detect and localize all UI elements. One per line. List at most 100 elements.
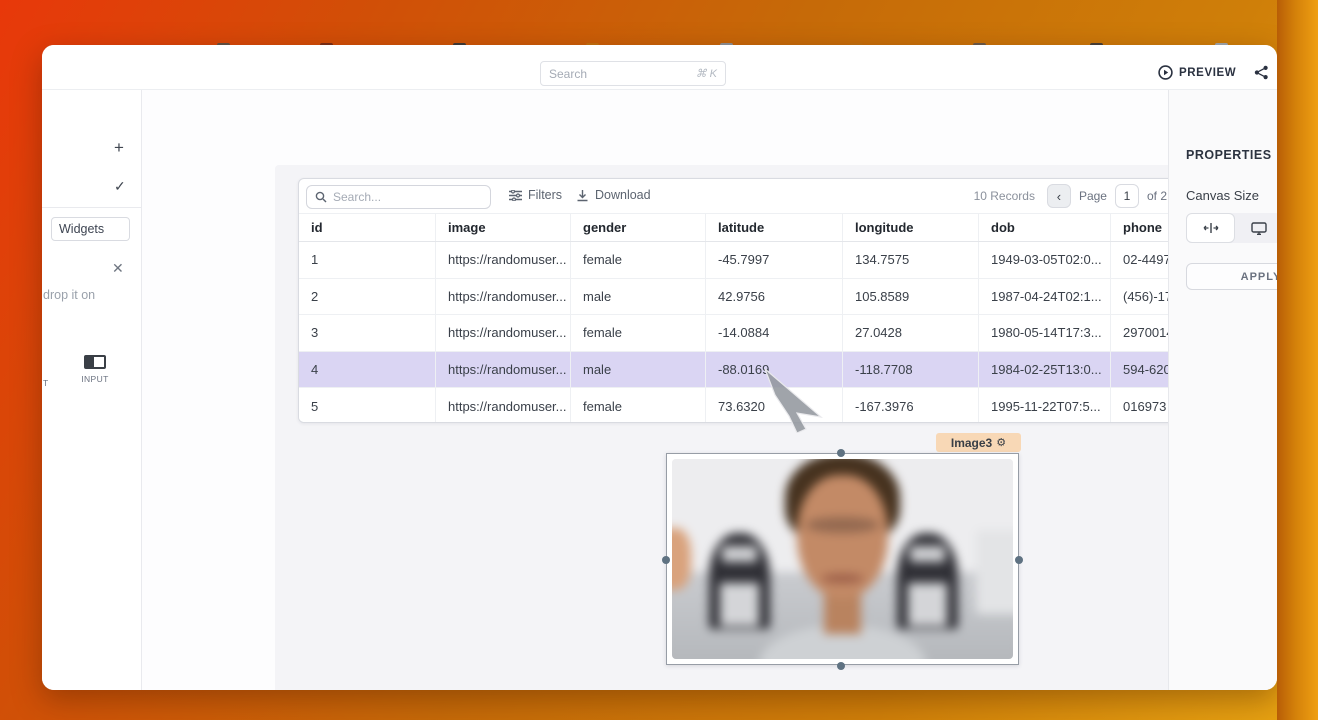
preview-label: PREVIEW — [1179, 67, 1236, 79]
widgets-panel-button[interactable]: Widgets — [51, 217, 130, 241]
portrait-photo — [672, 459, 1013, 659]
left-sidebar: + ✓ Widgets ✕ drop it on INPUT T — [42, 90, 142, 690]
records-count: 10 Records — [974, 189, 1035, 203]
table-cell: 3 — [299, 315, 436, 351]
table-row[interactable]: 3https://randomuser...female-14.088427.0… — [299, 315, 1207, 352]
table-cell: -88.0169 — [706, 352, 843, 388]
table-search-input[interactable]: Search... — [306, 185, 491, 209]
table-cell: 1995-11-22T07:5... — [979, 388, 1111, 423]
widget-item-clipped-label: T — [43, 378, 48, 388]
desktop-background: Search ⌘ K PREVIEW + — [0, 0, 1318, 720]
topbar: Search ⌘ K PREVIEW — [42, 45, 1277, 90]
monitor-icon — [1251, 222, 1267, 235]
check-button[interactable]: ✓ — [114, 178, 126, 195]
fit-width-option[interactable] — [1186, 213, 1235, 243]
play-circle-icon — [1158, 65, 1173, 80]
table-body: 1https://randomuser...female-45.7997134.… — [299, 242, 1207, 423]
share-icon — [1254, 65, 1269, 80]
table-cell: -167.3976 — [843, 388, 979, 423]
table-cell: female — [571, 388, 706, 423]
table-cell: 105.8589 — [843, 279, 979, 315]
table-cell: female — [571, 315, 706, 351]
resize-handle-left[interactable] — [662, 556, 670, 564]
global-search-input[interactable]: Search ⌘ K — [540, 61, 726, 86]
table-cell: 2 — [299, 279, 436, 315]
table-cell: female — [571, 242, 706, 278]
column-header-latitude[interactable]: latitude — [706, 214, 843, 241]
widget-settings-gear-icon[interactable]: ⚙ — [996, 436, 1006, 449]
properties-panel: PROPERTIES Canvas Size APPLY — [1168, 90, 1277, 690]
table-row[interactable]: 5https://randomuser...female73.6320-167.… — [299, 388, 1207, 423]
properties-title: PROPERTIES — [1186, 148, 1272, 162]
page-label: Page — [1079, 189, 1107, 203]
table-cell: https://randomuser... — [436, 279, 571, 315]
table-row[interactable]: 1https://randomuser...female-45.7997134.… — [299, 242, 1207, 279]
close-icon[interactable]: ✕ — [112, 260, 124, 277]
resize-handle-top[interactable] — [837, 449, 845, 457]
search-icon — [315, 191, 327, 203]
resize-handle-bottom[interactable] — [837, 662, 845, 670]
table-cell: 5 — [299, 388, 436, 423]
canvas-size-label: Canvas Size — [1186, 188, 1259, 203]
filters-button[interactable]: Filters — [509, 188, 562, 202]
table-cell: 1984-02-25T13:0... — [979, 352, 1111, 388]
share-button[interactable] — [1254, 65, 1269, 80]
table-cell: 27.0428 — [843, 315, 979, 351]
table-search-placeholder: Search... — [333, 190, 381, 204]
table-cell: 134.7575 — [843, 242, 979, 278]
table-cell: https://randomuser... — [436, 388, 571, 423]
table-cell: -118.7708 — [843, 352, 979, 388]
download-label: Download — [595, 188, 651, 202]
table-row[interactable]: 2https://randomuser...male42.9756105.858… — [299, 279, 1207, 316]
table-cell: https://randomuser... — [436, 315, 571, 351]
table-cell: -14.0884 — [706, 315, 843, 351]
download-icon — [576, 189, 589, 202]
add-button[interactable]: + — [114, 138, 124, 158]
widget-item-input[interactable]: INPUT — [78, 355, 112, 384]
widget-name-chip: Image3 ⚙ — [936, 433, 1021, 452]
app-canvas[interactable]: Search... Filters — [275, 165, 1268, 690]
resize-handle-right[interactable] — [1015, 556, 1023, 564]
column-header-id[interactable]: id — [299, 214, 436, 241]
preview-button[interactable]: PREVIEW — [1158, 65, 1236, 80]
image-widget-image3[interactable] — [666, 453, 1019, 665]
filters-icon — [509, 190, 522, 201]
table-cell: https://randomuser... — [436, 352, 571, 388]
table-toolbar: Search... Filters — [299, 179, 1207, 214]
page-of-label: of 2 — [1147, 189, 1167, 203]
table-cell: 1949-03-05T02:0... — [979, 242, 1111, 278]
column-header-longitude[interactable]: longitude — [843, 214, 979, 241]
column-header-gender[interactable]: gender — [571, 214, 706, 241]
table-cell: -45.7997 — [706, 242, 843, 278]
table-cell: male — [571, 279, 706, 315]
app-window: Search ⌘ K PREVIEW + — [42, 45, 1277, 690]
table-cell: https://randomuser... — [436, 242, 571, 278]
editor-area: Search... Filters — [142, 90, 1168, 690]
table-widget[interactable]: Search... Filters — [298, 178, 1208, 423]
pagination: 10 Records ‹ Page 1 of 2 › — [974, 184, 1199, 208]
canvas-size-toggle — [1186, 213, 1277, 243]
apply-button[interactable]: APPLY — [1186, 263, 1277, 290]
table-header-row: idimagegenderlatitudelongitudedobphone — [299, 214, 1207, 242]
page-number-input[interactable]: 1 — [1115, 184, 1139, 208]
table-cell: 1980-05-14T17:3... — [979, 315, 1111, 351]
search-shortcut-hint: ⌘ K — [696, 67, 717, 80]
table-row[interactable]: 4https://randomuser...male-88.0169-118.7… — [299, 352, 1207, 389]
input-widget-label: INPUT — [78, 374, 112, 384]
desktop-size-option[interactable] — [1235, 213, 1277, 243]
filters-label: Filters — [528, 188, 562, 202]
column-header-dob[interactable]: dob — [979, 214, 1111, 241]
global-search-placeholder: Search — [549, 67, 696, 81]
horizontal-resize-icon — [1203, 222, 1219, 234]
sidebar-divider — [42, 207, 142, 208]
table-cell: 1 — [299, 242, 436, 278]
table-cell: 42.9756 — [706, 279, 843, 315]
prev-page-button[interactable]: ‹ — [1047, 184, 1071, 208]
drag-drop-hint: drop it on — [43, 288, 141, 302]
table-cell: 1987-04-24T02:1... — [979, 279, 1111, 315]
download-button[interactable]: Download — [576, 188, 651, 202]
table-cell: 4 — [299, 352, 436, 388]
column-header-image[interactable]: image — [436, 214, 571, 241]
input-widget-icon — [84, 355, 106, 369]
widget-name-label: Image3 — [951, 436, 992, 450]
